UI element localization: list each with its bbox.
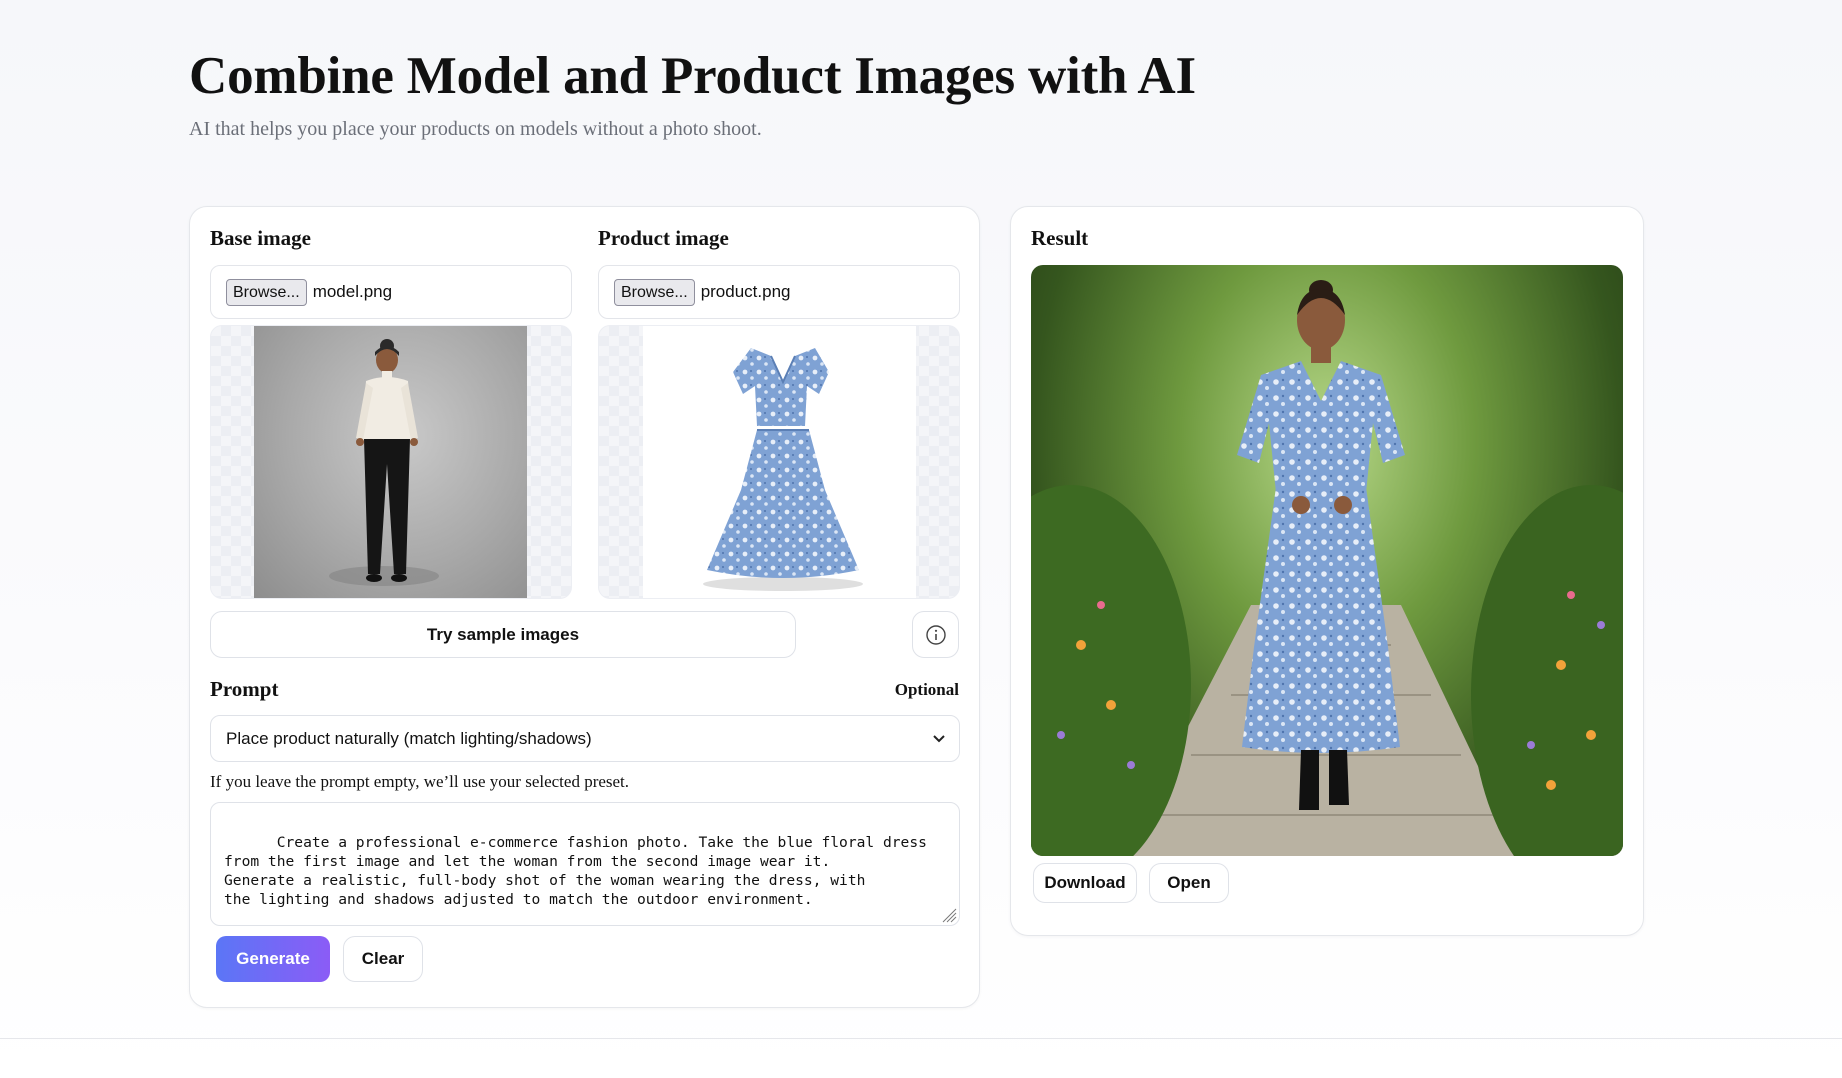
dress-figure [703, 348, 863, 591]
prompt-helper-text: If you leave the prompt empty, we’ll use… [210, 772, 630, 791]
download-button[interactable]: Download [1033, 863, 1137, 903]
product-photo [643, 326, 916, 598]
product-image-file-input[interactable]: Browse... product.png [598, 265, 960, 319]
chevron-down-icon [933, 734, 945, 742]
result-scene [1031, 280, 1623, 856]
preset-select[interactable]: Place product naturally (match lighting/… [210, 715, 960, 762]
info-button[interactable] [912, 611, 959, 658]
page-subtitle: AI that helps you place your products on… [189, 118, 762, 140]
model-photo [254, 326, 527, 598]
clear-button[interactable]: Clear [343, 936, 423, 982]
page: Combine Model and Product Images with AI… [0, 0, 1842, 1078]
open-button[interactable]: Open [1149, 863, 1229, 903]
model-figure [329, 339, 439, 586]
prompt-textarea[interactable]: Create a professional e-commerce fashion… [210, 802, 960, 926]
input-card: Base image Product image Browse... model… [189, 206, 980, 1008]
prompt-text: Create a professional e-commerce fashion… [224, 834, 927, 908]
info-circle-icon [925, 624, 946, 645]
optional-label: Optional [894, 680, 959, 699]
result-label: Result [1031, 226, 1089, 250]
base-image-label: Base image [210, 226, 311, 250]
base-browse-button[interactable]: Browse... [226, 278, 307, 306]
try-sample-images-button[interactable]: Try sample images [210, 611, 796, 658]
product-image-preview [598, 325, 960, 599]
resize-grip-icon[interactable] [939, 905, 957, 923]
product-image-label: Product image [598, 226, 729, 250]
generate-button[interactable]: Generate [216, 936, 330, 982]
result-image [1031, 265, 1623, 856]
result-card: Result Download Open [1010, 206, 1644, 936]
product-filename: product.png [700, 282, 791, 301]
preset-selected-value: Place product naturally (match lighting/… [226, 728, 592, 748]
hero: Combine Model and Product Images with AI… [189, 44, 1196, 141]
footer-divider [0, 1038, 1842, 1039]
base-image-preview [210, 325, 572, 599]
prompt-label: Prompt [210, 677, 279, 701]
base-filename: model.png [312, 282, 393, 301]
product-browse-button[interactable]: Browse... [614, 278, 695, 306]
page-title: Combine Model and Product Images with AI [189, 47, 1196, 105]
base-image-file-input[interactable]: Browse... model.png [210, 265, 572, 319]
